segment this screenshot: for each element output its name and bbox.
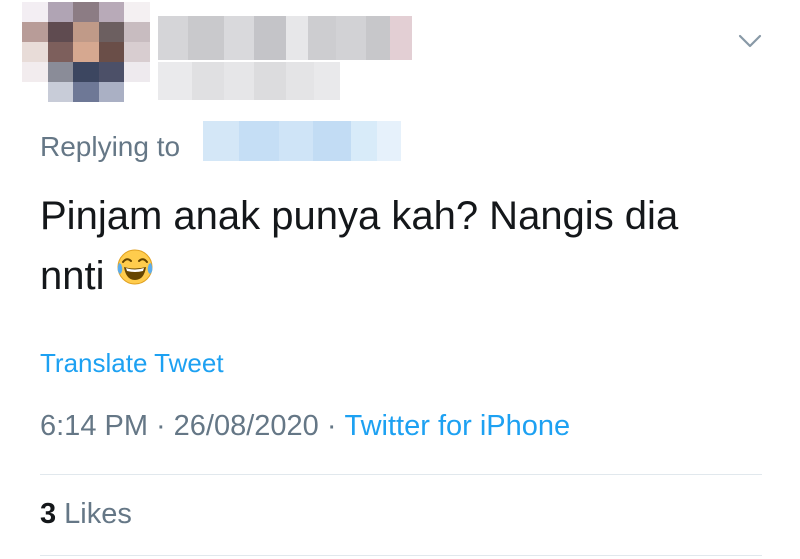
replying-to-label: Replying to — [40, 131, 181, 162]
translate-tweet-link[interactable]: Translate Tweet — [40, 348, 224, 379]
tweet-text-line-1: Pinjam anak punya kah? Nangis dia — [40, 194, 679, 238]
divider — [40, 555, 762, 556]
meta-separator: · — [326, 410, 337, 442]
tweet-text-line-2: nnti — [40, 246, 770, 308]
tweet-text: Pinjam anak punya kah? Nangis dia nnti — [40, 186, 770, 308]
meta-separator: · — [156, 410, 166, 442]
reply-to-handle-censored[interactable] — [203, 121, 401, 161]
tweet-time[interactable]: 6:14 PM — [40, 410, 148, 442]
user-handle-censored[interactable] — [158, 62, 340, 100]
tweet-text-line-2-text: nnti — [40, 254, 105, 298]
divider — [40, 474, 762, 475]
likes-count: 3 — [40, 498, 57, 530]
chevron-down-icon[interactable] — [736, 30, 764, 52]
display-name-censored[interactable] — [158, 16, 412, 60]
likes-label: Likes — [64, 498, 132, 530]
tweet-date[interactable]: 26/08/2020 — [174, 410, 319, 442]
tweet-source-link[interactable]: Twitter for iPhone — [345, 410, 571, 442]
face-with-tears-of-joy-icon — [115, 244, 155, 304]
likes-stat[interactable]: 3 Likes — [40, 498, 132, 531]
tweet-metadata: 6:14 PM · 26/08/2020 · Twitter for iPhone — [40, 410, 570, 443]
avatar[interactable] — [22, 2, 150, 102]
